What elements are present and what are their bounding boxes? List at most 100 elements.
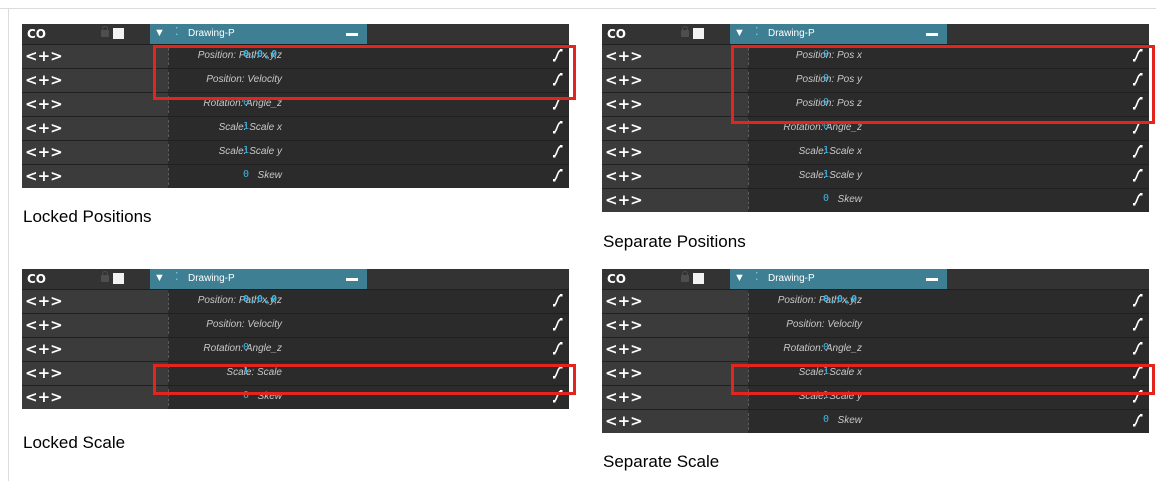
attribute-row[interactable]: <+> Position: Velocity bbox=[22, 68, 569, 92]
expand-triangle-icon[interactable]: ▼ bbox=[154, 272, 165, 284]
attribute-value[interactable]: 0 bbox=[243, 342, 249, 354]
attribute-value[interactable]: 0 bbox=[823, 49, 829, 61]
attribute-value[interactable]: 0,0,0 bbox=[823, 294, 858, 306]
function-curve-icon[interactable] bbox=[553, 120, 563, 134]
minus-icon[interactable] bbox=[346, 33, 358, 36]
attribute-row[interactable]: <+> Scale: Scale y 1 bbox=[602, 164, 1149, 188]
layer-name: Drawing-P bbox=[188, 28, 235, 39]
timeline-panel-locked-scale: CO ▼ ⁚ Drawing-P <+> Position: Path x,y,… bbox=[22, 269, 569, 409]
function-curve-icon[interactable] bbox=[1133, 293, 1143, 307]
function-curve-icon[interactable] bbox=[1133, 341, 1143, 355]
attribute-row[interactable]: <+> Rotation: Angle_z 0 bbox=[602, 116, 1149, 140]
caption-locked-scale: Locked Scale bbox=[23, 433, 126, 452]
attribute-value[interactable]: 1 bbox=[243, 366, 249, 378]
attribute-row[interactable]: <+> Rotation: Angle_z 0 bbox=[22, 92, 569, 116]
function-curve-icon[interactable] bbox=[553, 96, 563, 110]
function-curve-icon[interactable] bbox=[1133, 192, 1143, 206]
function-curve-icon[interactable] bbox=[553, 72, 563, 86]
attribute-row[interactable]: <+> Position: Path x,y,z 0,0,0 bbox=[22, 44, 569, 68]
function-curve-icon[interactable] bbox=[553, 168, 563, 182]
expand-triangle-icon[interactable]: ▼ bbox=[154, 27, 165, 39]
function-curve-icon[interactable] bbox=[1133, 48, 1143, 62]
minus-icon[interactable] bbox=[346, 278, 358, 281]
attribute-row[interactable]: <+> Rotation: Angle_z 0 bbox=[22, 337, 569, 361]
caption-separate-scale: Separate Scale bbox=[603, 452, 720, 471]
attribute-row[interactable]: <+> Position: Pos x 0 bbox=[602, 44, 1149, 68]
function-curve-icon[interactable] bbox=[1133, 389, 1143, 403]
color-swatch-toggle[interactable] bbox=[693, 28, 704, 39]
attribute-value[interactable]: 0 bbox=[823, 414, 829, 426]
attribute-row[interactable]: <+> Position: Velocity bbox=[22, 313, 569, 337]
attribute-row[interactable]: <+> Position: Pos z 0 bbox=[602, 92, 1149, 116]
attribute-value[interactable]: 0,0,0 bbox=[243, 294, 278, 306]
color-swatch-toggle[interactable] bbox=[113, 28, 124, 39]
attribute-value[interactable]: 0 bbox=[823, 97, 829, 109]
timeline-panel-separate-scale: CO ▼ ⁚ Drawing-P <+> Position: Path x,y,… bbox=[602, 269, 1149, 433]
attribute-row[interactable]: <+> Skew 0 bbox=[22, 164, 569, 188]
attribute-row[interactable]: <+> Position: Pos y 0 bbox=[602, 68, 1149, 92]
expand-triangle-icon[interactable]: ▼ bbox=[734, 272, 745, 284]
minus-icon[interactable] bbox=[926, 278, 938, 281]
attribute-value[interactable]: 1 bbox=[823, 145, 829, 157]
function-curve-icon[interactable] bbox=[553, 48, 563, 62]
layer-header: CO ▼ ⁚ Drawing-P bbox=[602, 24, 1149, 44]
function-curve-icon[interactable] bbox=[1133, 317, 1143, 331]
attribute-value[interactable]: 1 bbox=[823, 390, 829, 402]
function-curve-icon[interactable] bbox=[553, 144, 563, 158]
attribute-row[interactable]: <+> Position: Path x,y,z 0,0,0 bbox=[602, 289, 1149, 313]
attribute-value[interactable]: 1 bbox=[823, 366, 829, 378]
function-curve-icon[interactable] bbox=[1133, 72, 1143, 86]
layer-name: Drawing-P bbox=[188, 273, 235, 284]
attribute-row[interactable]: <+> Scale: Scale 1 bbox=[22, 361, 569, 385]
attribute-row[interactable]: <+> Skew 0 bbox=[602, 409, 1149, 433]
lock-icon[interactable] bbox=[681, 26, 689, 37]
function-curve-icon[interactable] bbox=[1133, 365, 1143, 379]
function-curve-icon[interactable] bbox=[553, 293, 563, 307]
function-curve-icon[interactable] bbox=[553, 365, 563, 379]
attribute-row[interactable]: <+> Position: Path x,y,z 0,0,0 bbox=[22, 289, 569, 313]
drawing-layer[interactable]: ▼ ⁚ Drawing-P bbox=[730, 269, 947, 289]
function-curve-icon[interactable] bbox=[1133, 168, 1143, 182]
attribute-row[interactable]: <+> Scale: Scale x 1 bbox=[22, 116, 569, 140]
timeline-panel-separate-positions: CO ▼ ⁚ Drawing-P <+> Position: Pos x 0 <… bbox=[602, 24, 1149, 212]
function-curve-icon[interactable] bbox=[553, 389, 563, 403]
attribute-row[interactable]: <+> Rotation: Angle_z 0 bbox=[602, 337, 1149, 361]
function-curve-icon[interactable] bbox=[1133, 144, 1143, 158]
attribute-row[interactable]: <+> Position: Velocity bbox=[602, 313, 1149, 337]
lock-icon[interactable] bbox=[681, 271, 689, 282]
attribute-row[interactable]: <+> Scale: Scale y 1 bbox=[22, 140, 569, 164]
attribute-value[interactable]: 1 bbox=[823, 169, 829, 181]
attribute-label: Position: Velocity bbox=[206, 319, 282, 330]
attribute-value[interactable]: 0,0,0 bbox=[243, 49, 278, 61]
attribute-value[interactable]: 1 bbox=[243, 121, 249, 133]
attribute-row[interactable]: <+> Skew 0 bbox=[22, 385, 569, 409]
attribute-value[interactable]: 1 bbox=[243, 145, 249, 157]
attribute-row[interactable]: <+> Scale: Scale x 1 bbox=[602, 361, 1149, 385]
attribute-value[interactable]: 0 bbox=[823, 73, 829, 85]
attribute-row[interactable]: <+> Scale: Scale x 1 bbox=[602, 140, 1149, 164]
lock-icon[interactable] bbox=[101, 26, 109, 37]
attribute-value[interactable]: 0 bbox=[243, 169, 249, 181]
lock-icon[interactable] bbox=[101, 271, 109, 282]
color-swatch-toggle[interactable] bbox=[693, 273, 704, 284]
attribute-value[interactable]: 0 bbox=[823, 121, 829, 133]
drawing-layer[interactable]: ▼ ⁚ Drawing-P bbox=[730, 24, 947, 44]
header-logo: CO bbox=[27, 272, 47, 286]
expand-triangle-icon[interactable]: ▼ bbox=[734, 27, 745, 39]
minus-icon[interactable] bbox=[926, 33, 938, 36]
attribute-value[interactable]: 0 bbox=[823, 342, 829, 354]
function-curve-icon[interactable] bbox=[1133, 413, 1143, 427]
drawing-layer[interactable]: ▼ ⁚ Drawing-P bbox=[150, 24, 367, 44]
function-curve-icon[interactable] bbox=[553, 317, 563, 331]
color-swatch-toggle[interactable] bbox=[113, 273, 124, 284]
attribute-value[interactable]: 0 bbox=[823, 193, 829, 205]
attribute-row[interactable]: <+> Skew 0 bbox=[602, 188, 1149, 212]
function-curve-icon[interactable] bbox=[1133, 120, 1143, 134]
attribute-value[interactable]: 0 bbox=[243, 390, 249, 402]
function-curve-icon[interactable] bbox=[1133, 96, 1143, 110]
attribute-value[interactable]: 0 bbox=[243, 97, 249, 109]
attribute-row[interactable]: <+> Scale: Scale y 1 bbox=[602, 385, 1149, 409]
drawing-layer[interactable]: ▼ ⁚ Drawing-P bbox=[150, 269, 367, 289]
drawing-layer-icon: ⁚ bbox=[755, 26, 759, 38]
function-curve-icon[interactable] bbox=[553, 341, 563, 355]
